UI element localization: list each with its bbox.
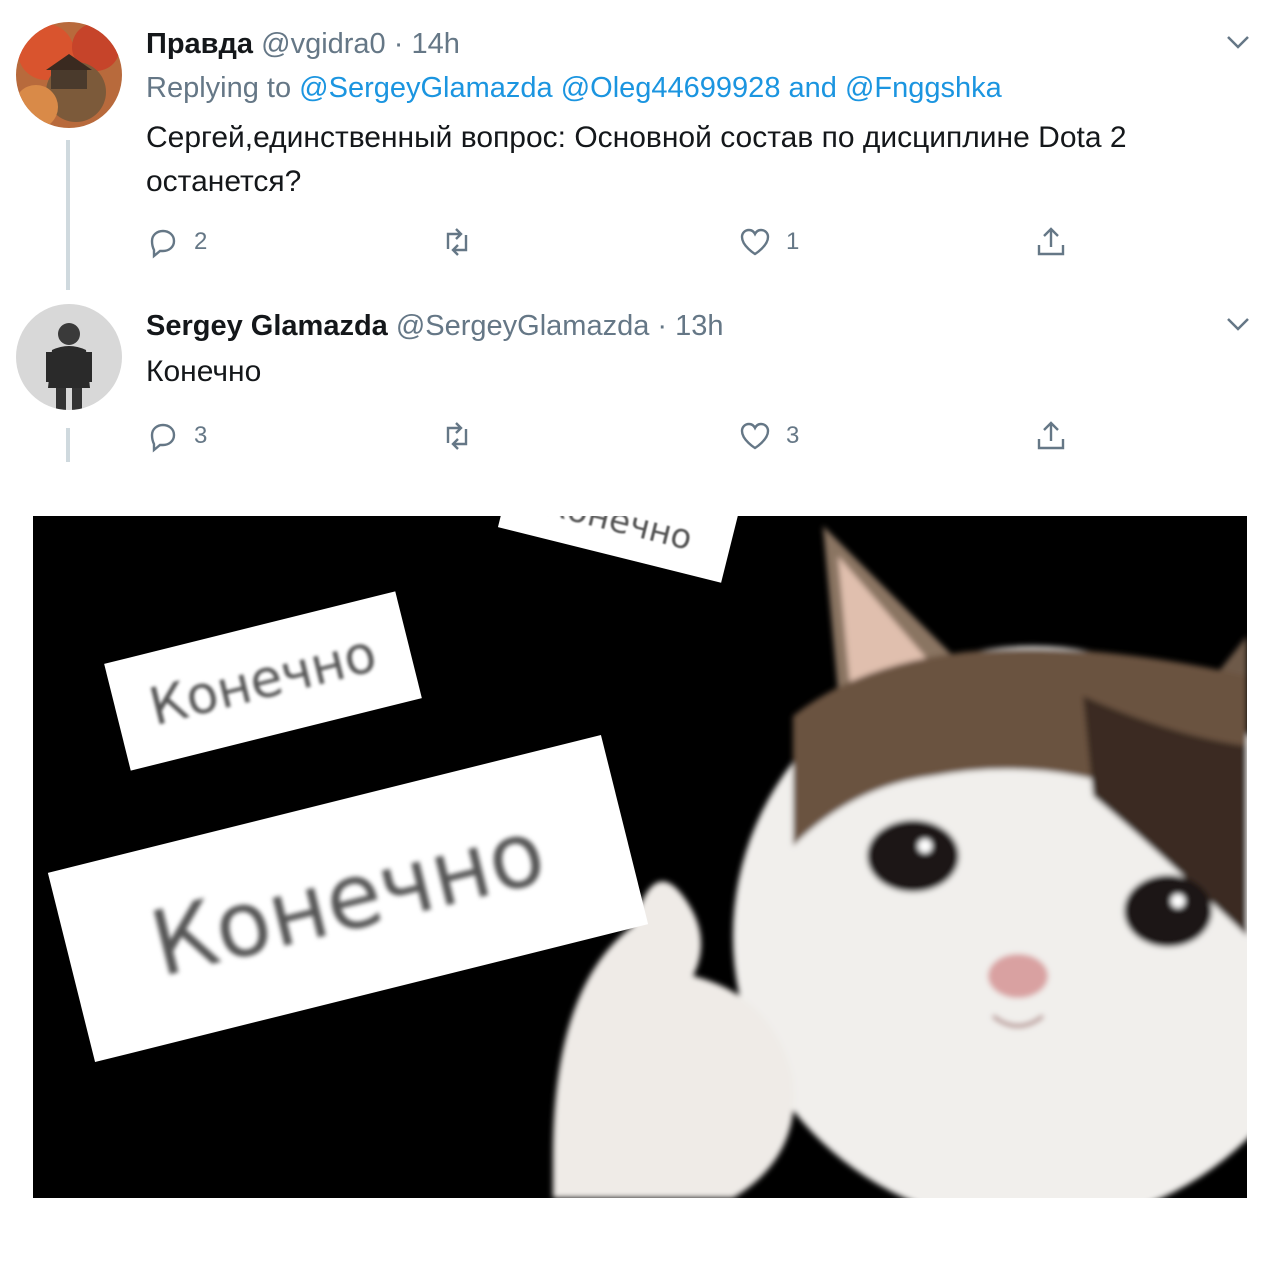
like-count: 1 bbox=[786, 228, 800, 255]
like-count: 3 bbox=[786, 422, 800, 449]
timestamp[interactable]: 13h bbox=[675, 310, 723, 342]
reply-button[interactable]: 3 bbox=[146, 416, 207, 456]
retweet-icon bbox=[446, 228, 468, 256]
reply-count: 2 bbox=[194, 228, 208, 255]
tweet-header: Sergey Glamazda @SergeyGlamazda · 13h bbox=[146, 310, 724, 343]
chevron-down-icon[interactable] bbox=[1224, 310, 1252, 338]
thread-line bbox=[66, 140, 70, 290]
retweet-icon bbox=[446, 422, 468, 450]
share-button[interactable] bbox=[1034, 416, 1068, 456]
separator: · bbox=[657, 310, 668, 342]
retweet-button[interactable] bbox=[440, 416, 488, 456]
reply-icon bbox=[150, 423, 176, 453]
retweet-button[interactable] bbox=[440, 222, 488, 262]
like-icon bbox=[740, 422, 770, 450]
tweet-2[interactable]: Sergey Glamazda @SergeyGlamazda · 13h Ко… bbox=[0, 300, 1280, 465]
share-button[interactable] bbox=[1034, 222, 1068, 262]
author-handle[interactable]: @vgidra0 bbox=[261, 28, 386, 60]
timestamp[interactable]: 14h bbox=[411, 28, 459, 60]
mention-link[interactable]: @SergeyGlamazda bbox=[299, 72, 553, 104]
reply-button[interactable]: 2 bbox=[146, 222, 207, 262]
thread-line bbox=[66, 428, 70, 462]
chevron-down-icon[interactable] bbox=[1224, 28, 1252, 56]
author-handle[interactable]: @SergeyGlamazda bbox=[396, 310, 650, 342]
mention-link[interactable]: @Oleg44699928 bbox=[561, 72, 781, 104]
tweet-1[interactable]: Правда @vgidra0 · 14h Replying to @Serge… bbox=[0, 0, 1280, 300]
like-icon bbox=[740, 228, 770, 256]
share-icon bbox=[1037, 421, 1065, 450]
share-icon bbox=[1037, 227, 1065, 256]
avatar[interactable] bbox=[16, 22, 122, 128]
tweet-header: Правда @vgidra0 · 14h bbox=[146, 28, 460, 61]
tweet-text: Сергей,единственный вопрос: Основной сос… bbox=[146, 121, 1127, 198]
meme-image: Конечно Конечно Конечно bbox=[33, 516, 1247, 1198]
replying-to: Replying to @SergeyGlamazda @Oleg4469992… bbox=[146, 72, 1002, 105]
reply-count: 3 bbox=[194, 422, 208, 449]
mention-link[interactable]: @Fnggshka bbox=[845, 72, 1002, 104]
replying-prefix: Replying to bbox=[146, 72, 292, 104]
separator: · bbox=[393, 28, 404, 60]
author-name[interactable]: Sergey Glamazda bbox=[146, 310, 388, 342]
like-button[interactable]: 3 bbox=[738, 416, 799, 456]
tweet-text: Конечно bbox=[146, 355, 262, 388]
reply-icon bbox=[150, 229, 176, 259]
mention-joiner: and bbox=[788, 72, 837, 104]
author-name[interactable]: Правда bbox=[146, 28, 253, 60]
avatar[interactable] bbox=[16, 304, 122, 410]
like-button[interactable]: 1 bbox=[738, 222, 799, 262]
